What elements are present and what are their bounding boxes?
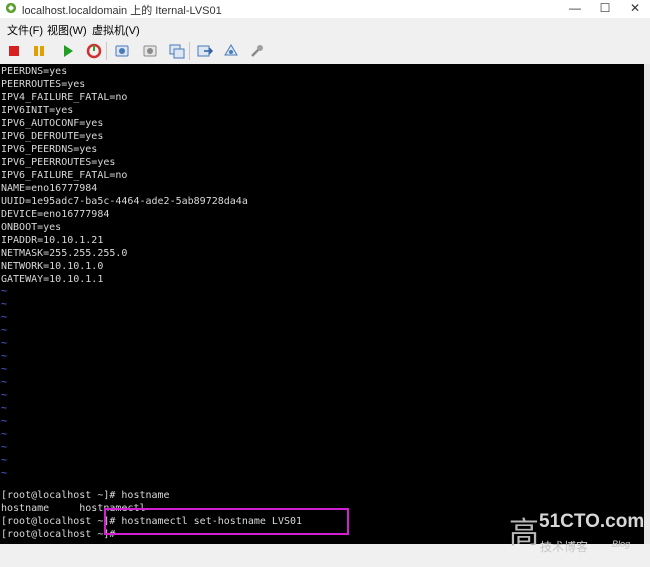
window-titlebar: localhost.localdomain 上的 Iternal-LVS01 —… <box>0 0 650 18</box>
snapshot-icon <box>115 45 129 57</box>
console-line: NETWORK=10.10.1.0 <box>1 261 104 272</box>
settings-icon <box>224 44 238 56</box>
vi-tilde-line: ~ <box>1 286 8 297</box>
vm-app-icon <box>6 3 16 13</box>
menu-vm[interactable]: 虚拟机(V) <box>92 22 140 38</box>
vi-tilde-line: ~ <box>1 442 8 453</box>
pause-icon <box>34 46 44 56</box>
console-line: UUID=1e95adc7-ba5c-4464-ade2-5ab89728da4… <box>1 196 248 207</box>
window-title: localhost.localdomain 上的 Iternal-LVS01 <box>22 5 222 17</box>
snapshot-button[interactable] <box>112 41 132 61</box>
vi-tilde-line: ~ <box>1 312 8 323</box>
vi-tilde-line: ~ <box>1 468 8 479</box>
watermark-subtitle: 技术博客 <box>540 540 589 554</box>
revert-snapshot-icon <box>143 45 157 57</box>
console-line: NAME=eno16777984 <box>1 183 98 194</box>
console-line: IPV6_AUTOCONF=yes <box>1 118 104 129</box>
console-prompt-line: [root@localhost ~]# <box>1 529 116 540</box>
watermark-glyph: 高 <box>509 516 539 551</box>
toolbar-separator <box>106 42 107 60</box>
console-line: DEVICE=eno16777984 <box>1 209 110 220</box>
tools-icon <box>251 45 263 57</box>
console-command-line: [root@localhost ~]# hostname <box>1 490 170 501</box>
vi-tilde-line: ~ <box>1 416 8 427</box>
revert-snapshot-button[interactable] <box>140 41 160 61</box>
vi-tilde-line: ~ <box>1 299 8 310</box>
console-line: GATEWAY=10.10.1.1 <box>1 274 104 285</box>
vi-tilde-line: ~ <box>1 364 8 375</box>
close-button[interactable]: ✕ <box>620 0 650 18</box>
console-line: IPV6_FAILURE_FATAL=no <box>1 170 128 181</box>
console-line: IPV6INIT=yes <box>1 105 74 116</box>
send-keys-button[interactable] <box>195 41 215 61</box>
toolbar-separator <box>189 42 190 60</box>
menu-bar: 文件(F) 视图(W) 虚拟机(V) <box>0 20 650 38</box>
vi-tilde-line: ~ <box>1 325 8 336</box>
vi-tilde-line: ~ <box>1 338 8 349</box>
play-icon <box>64 45 73 57</box>
console-line: IPV6_PEERDNS=yes <box>1 144 98 155</box>
watermark-blog: Blog <box>612 539 631 549</box>
maximize-button[interactable]: ☐ <box>590 0 620 18</box>
manage-snapshots-icon <box>169 44 185 59</box>
vi-tilde-line: ~ <box>1 403 8 414</box>
console-line: ONBOOT=yes <box>1 222 62 233</box>
vi-tilde-line: ~ <box>1 377 8 388</box>
play-button[interactable] <box>58 41 78 61</box>
console-line: IPV4_FAILURE_FATAL=no <box>1 92 128 103</box>
send-keys-icon <box>197 45 213 57</box>
reset-icon <box>86 43 102 59</box>
settings-button[interactable] <box>221 41 241 61</box>
vi-tilde-line: ~ <box>1 390 8 401</box>
console-line: NETMASK=255.255.255.0 <box>1 248 128 259</box>
vi-tilde-line: ~ <box>1 351 8 362</box>
command-highlight-box <box>104 508 349 535</box>
console-line: IPV6_DEFROUTE=yes <box>1 131 104 142</box>
vi-tilde-line: ~ <box>1 429 8 440</box>
console-line: IPADDR=10.10.1.21 <box>1 235 104 246</box>
vi-tilde-line: ~ <box>1 455 8 466</box>
console-line: PEERROUTES=yes <box>1 79 86 90</box>
console-side-border <box>644 64 650 544</box>
reset-button[interactable] <box>84 41 104 61</box>
stop-icon <box>9 46 19 56</box>
menu-view[interactable]: 视图(W) <box>47 22 87 38</box>
pause-button[interactable] <box>29 41 49 61</box>
toolbar <box>0 38 650 64</box>
vm-console-screen[interactable]: PEERDNS=yes PEERROUTES=yes IPV4_FAILURE_… <box>0 64 644 544</box>
menu-file[interactable]: 文件(F) <box>7 22 43 38</box>
minimize-button[interactable]: — <box>560 0 590 18</box>
console-line: PEERDNS=yes <box>1 66 68 77</box>
console-line: IPV6_PEERROUTES=yes <box>1 157 116 168</box>
watermark-logo: 51CTO.com <box>539 511 645 532</box>
manage-snapshots-button[interactable] <box>167 41 187 61</box>
stop-button[interactable] <box>4 41 24 61</box>
tools-button[interactable] <box>247 41 267 61</box>
